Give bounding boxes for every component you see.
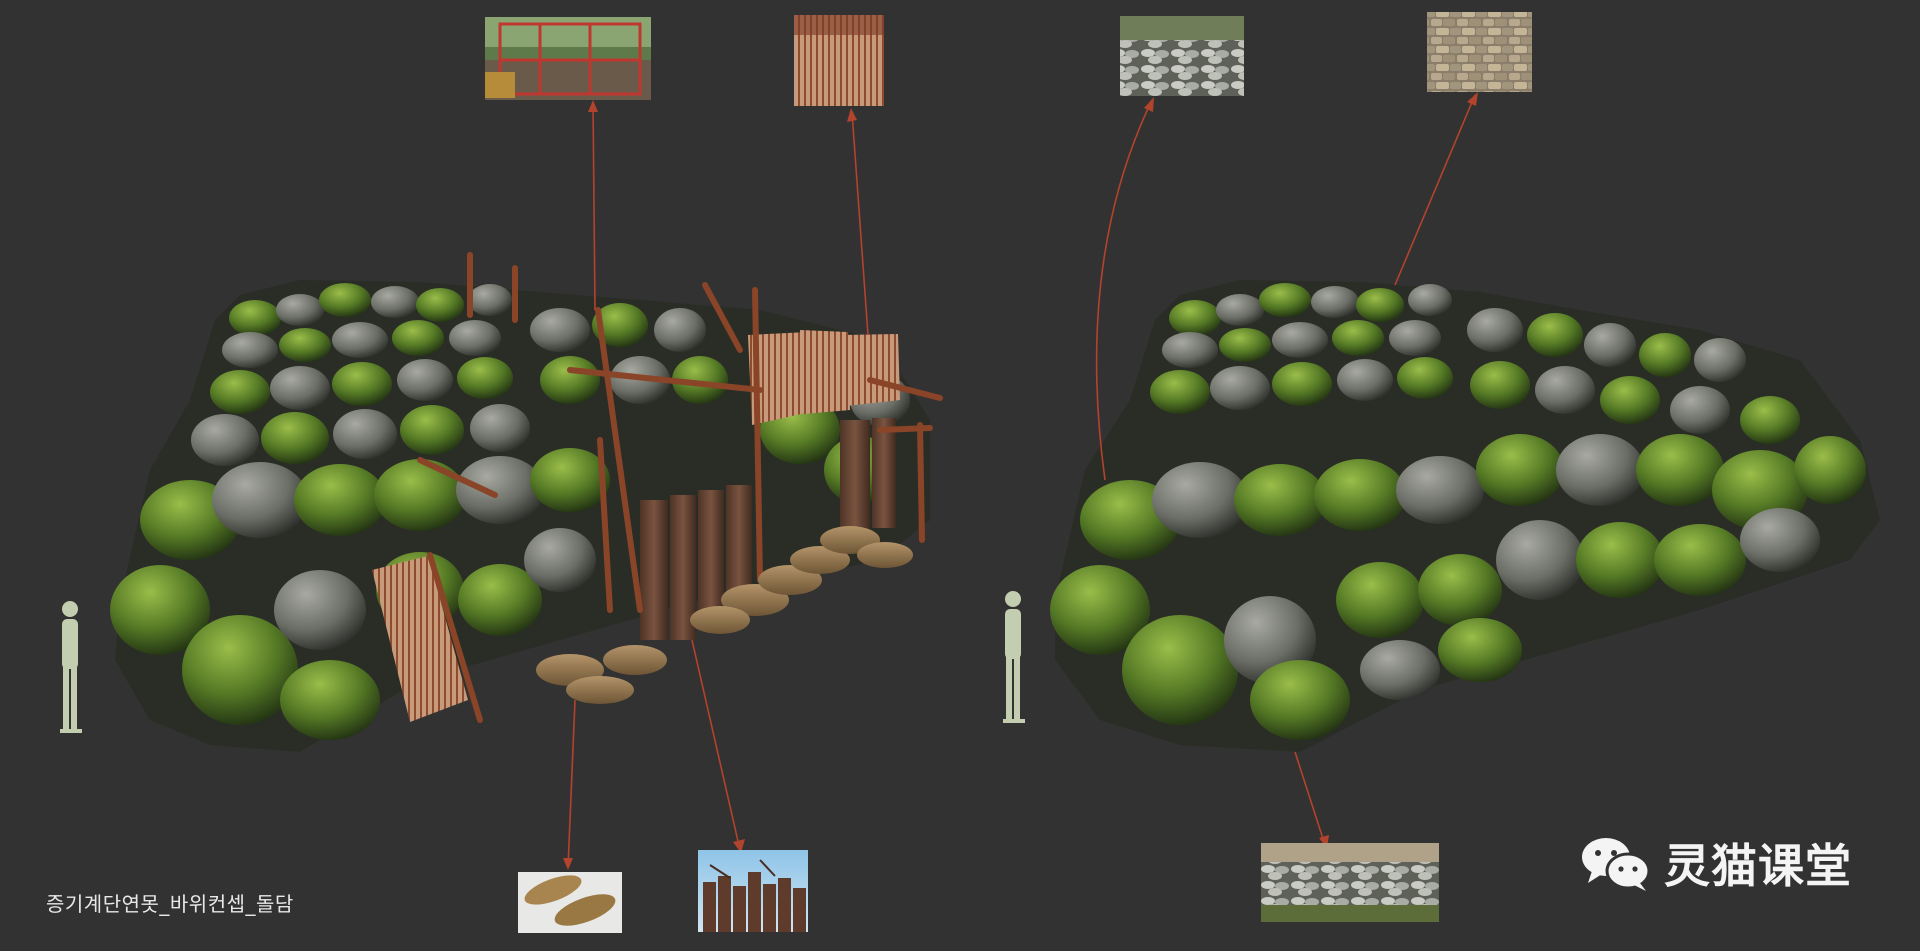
ruined-wall-illustration	[60, 252, 943, 752]
wechat-icon	[1582, 838, 1651, 891]
human-scale-figure-right	[1003, 591, 1025, 723]
red-metal-frame-photo	[485, 17, 651, 100]
stacked-stone-texture-photo	[1427, 12, 1532, 92]
watermark: 灵猫课堂	[1578, 833, 1852, 893]
concept-illustrations	[60, 12, 1880, 933]
low-stone-wall-photo	[1120, 16, 1244, 96]
broken-wooden-fence-photo	[698, 850, 808, 932]
watermark-text: 灵猫课堂	[1664, 839, 1852, 893]
human-scale-figure-left	[60, 601, 82, 733]
sandbags-photo	[518, 872, 622, 933]
clean-wall-illustration	[1003, 280, 1880, 752]
concept-art-board: 증기계단연못_바위컨셉_돌담 灵猫课堂	[0, 0, 1920, 951]
corrugated-rusty-sheet-photo	[794, 15, 884, 106]
board-caption: 증기계단연못_바위컨셉_돌담	[46, 892, 294, 916]
dry-stone-wall-photo	[1261, 843, 1439, 922]
